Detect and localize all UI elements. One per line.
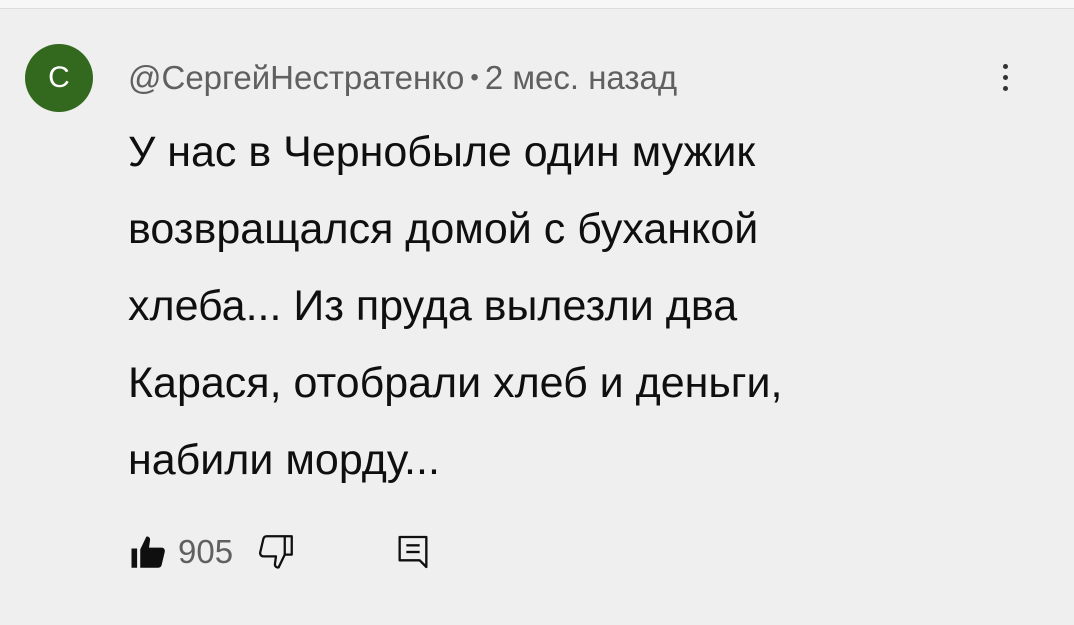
comment-text-line: хлеба... Из пруда вылезли два bbox=[128, 282, 738, 330]
separator-dot: • bbox=[470, 64, 479, 91]
menu-dot bbox=[1002, 85, 1008, 91]
reply-comment-icon bbox=[398, 535, 428, 569]
reply-button[interactable] bbox=[393, 532, 433, 572]
comment-text-line: У нас в Чернобыле один мужик bbox=[128, 128, 756, 176]
like-button[interactable] bbox=[128, 531, 170, 573]
menu-dot bbox=[1002, 63, 1008, 69]
more-vertical-icon[interactable] bbox=[985, 52, 1025, 102]
avatar[interactable]: С bbox=[25, 44, 93, 112]
comment-text: У нас в Чернобыле один мужик возвращался… bbox=[128, 114, 1028, 499]
comment-text-line: Карася, отобрали хлеб и деньги, bbox=[128, 359, 783, 407]
like-count: 905 bbox=[178, 533, 234, 570]
comment-text-line: набили морду... bbox=[128, 436, 440, 484]
comment-time: 2 мес. назад bbox=[484, 59, 678, 96]
thumbs-down-outline-icon bbox=[259, 535, 293, 569]
comment-text-line: возвращался домой с буханкой bbox=[128, 205, 759, 253]
author-name[interactable]: @СергейНестратенко bbox=[128, 59, 464, 97]
dislike-button[interactable] bbox=[255, 531, 297, 573]
menu-dot bbox=[1002, 74, 1008, 80]
top-divider bbox=[0, 0, 1074, 9]
comment-actions: 905 bbox=[128, 527, 433, 577]
avatar-letter: С bbox=[48, 61, 70, 94]
thumbs-up-filled-icon bbox=[131, 536, 165, 568]
comment-header: @СергейНестратенко • 2 мес. назад bbox=[128, 56, 677, 100]
